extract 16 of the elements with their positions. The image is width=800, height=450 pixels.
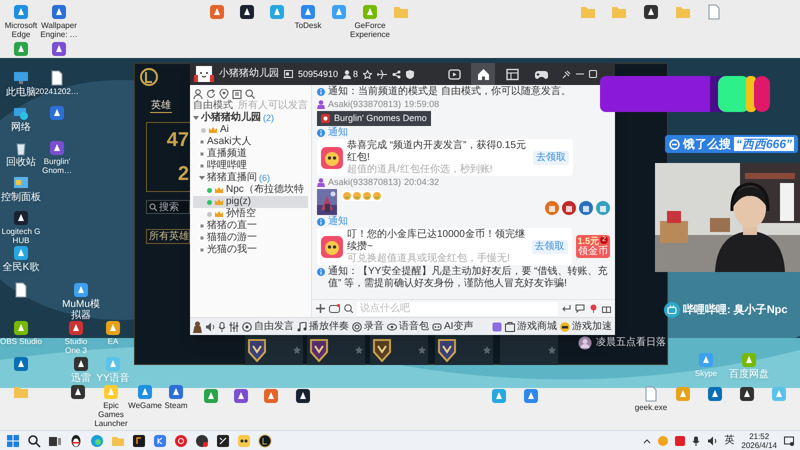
clock-time[interactable]: 21:52: [749, 432, 770, 440]
windows-icon[interactable]: [6, 434, 20, 448]
app-icon[interactable]: [195, 434, 209, 448]
chevron-up-icon[interactable]: [643, 438, 652, 444]
app-icon[interactable]: [237, 434, 251, 448]
penguin-icon[interactable]: [69, 434, 83, 448]
input-language[interactable]: 英: [724, 434, 734, 446]
search-icon[interactable]: [27, 434, 41, 448]
clock-date[interactable]: 2026/4/14: [741, 440, 777, 450]
microphone-icon[interactable]: [692, 436, 700, 446]
volume-icon[interactable]: [707, 436, 718, 446]
browser-icon[interactable]: [90, 434, 104, 448]
app-icon[interactable]: [132, 434, 146, 448]
app-icon[interactable]: [216, 434, 230, 448]
app-icon[interactable]: [258, 434, 272, 448]
notification-icon[interactable]: [784, 436, 794, 446]
